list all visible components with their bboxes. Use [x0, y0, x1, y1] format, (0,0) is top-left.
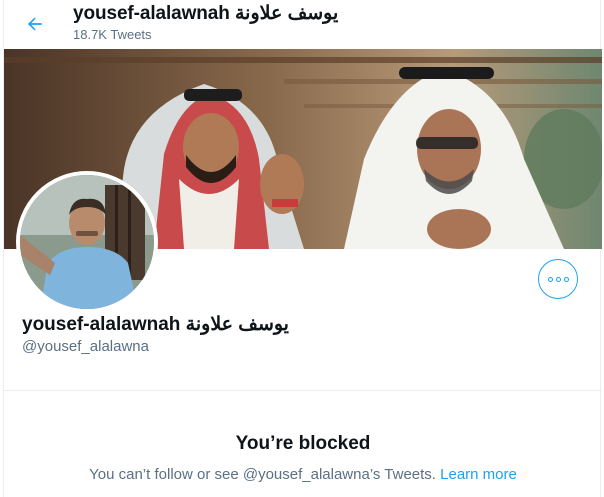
ellipsis-icon: [547, 276, 569, 282]
blocked-title: You’re blocked: [235, 433, 371, 454]
profile-column: yousef-alalawnah يوسف علاونة 18.7K Tweet…: [3, 0, 602, 497]
header-title: yousef-alalawnah يوسف علاونة: [73, 3, 339, 24]
tweet-count: 18.7K Tweets: [73, 27, 152, 42]
learn-more-link[interactable]: Learn more: [440, 466, 517, 483]
profile-avatar[interactable]: [16, 171, 158, 313]
blocked-message-line: You can’t follow or see @yousef_alalawna…: [4, 466, 602, 483]
back-button[interactable]: [20, 9, 50, 39]
blocked-message: You can’t follow or see @yousef_alalawna…: [89, 466, 436, 483]
profile-header: yousef-alalawnah يوسف علاونة 18.7K Tweet…: [4, 0, 602, 48]
divider: [4, 390, 602, 391]
profile-handle: @yousef_alalawna: [22, 338, 149, 355]
more-options-button[interactable]: [538, 259, 578, 299]
arrow-left-icon: [28, 17, 42, 31]
profile-display-name: yousef-alalawnah يوسف علاونة: [22, 314, 289, 335]
